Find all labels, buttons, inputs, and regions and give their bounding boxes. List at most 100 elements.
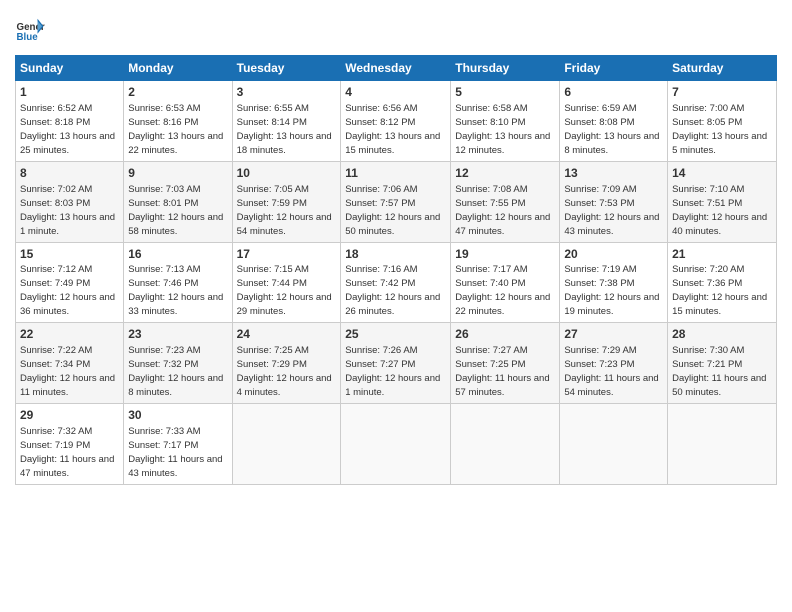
- calendar-header-row: SundayMondayTuesdayWednesdayThursdayFrid…: [16, 56, 777, 81]
- calendar-day-4: 4Sunrise: 6:56 AMSunset: 8:12 PMDaylight…: [341, 81, 451, 162]
- calendar-day-7: 7 Sunrise: 7:00 AM Sunset: 8:05 PM Daylight…: [668, 81, 777, 162]
- calendar-table: SundayMondayTuesdayWednesdayThursdayFrid…: [15, 55, 777, 485]
- day-number: 23: [128, 326, 227, 343]
- day-sunset: Sunset: 7:27 PM: [345, 359, 415, 370]
- calendar-week-3: 22Sunrise: 7:22 AMSunset: 7:34 PMDayligh…: [16, 323, 777, 404]
- logo-icon: General Blue: [15, 15, 45, 45]
- calendar-day-5: 5Sunrise: 6:58 AMSunset: 8:10 PMDaylight…: [451, 81, 560, 162]
- day-sunrise: Sunrise: 7:19 AM: [564, 264, 636, 275]
- calendar-day-12: 12Sunrise: 7:08 AMSunset: 7:55 PMDayligh…: [451, 161, 560, 242]
- calendar-day-27: 27Sunrise: 7:29 AMSunset: 7:23 PMDayligh…: [560, 323, 668, 404]
- day-sunset: Sunset: 7:59 PM: [237, 198, 307, 209]
- svg-text:Blue: Blue: [17, 32, 39, 43]
- day-header-tuesday: Tuesday: [232, 56, 341, 81]
- day-daylight: Daylight: 11 hours and 43 minutes.: [128, 454, 222, 479]
- day-sunrise: Sunrise: 7:05 AM: [237, 184, 309, 195]
- day-sunrise: Sunrise: 7:16 AM: [345, 264, 417, 275]
- calendar-day-13: 13Sunrise: 7:09 AMSunset: 7:53 PMDayligh…: [560, 161, 668, 242]
- page-header: General Blue: [15, 15, 777, 45]
- day-sunset: Sunset: 8:05 PM: [672, 117, 742, 128]
- page-container: General Blue SundayMondayTuesdayWednesda…: [0, 0, 792, 495]
- day-sunset: Sunset: 7:46 PM: [128, 278, 198, 289]
- day-sunset: Sunset: 7:19 PM: [20, 440, 90, 451]
- day-header-monday: Monday: [124, 56, 232, 81]
- day-daylight: Daylight: 12 hours and 19 minutes.: [564, 292, 659, 317]
- day-sunset: Sunset: 8:01 PM: [128, 198, 198, 209]
- calendar-week-4: 29Sunrise: 7:32 AMSunset: 7:19 PMDayligh…: [16, 404, 777, 485]
- day-number: 11: [345, 165, 446, 182]
- day-number: 16: [128, 246, 227, 263]
- day-sunrise: Sunrise: 7:15 AM: [237, 264, 309, 275]
- day-sunset: Sunset: 7:57 PM: [345, 198, 415, 209]
- day-sunrise: Sunrise: 7:06 AM: [345, 184, 417, 195]
- day-sunrise: Sunrise: 7:33 AM: [128, 426, 200, 437]
- day-header-sunday: Sunday: [16, 56, 124, 81]
- day-daylight: Daylight: 12 hours and 54 minutes.: [237, 212, 332, 237]
- calendar-day-23: 23Sunrise: 7:23 AMSunset: 7:32 PMDayligh…: [124, 323, 232, 404]
- calendar-day-22: 22Sunrise: 7:22 AMSunset: 7:34 PMDayligh…: [16, 323, 124, 404]
- calendar-week-2: 15Sunrise: 7:12 AMSunset: 7:49 PMDayligh…: [16, 242, 777, 323]
- calendar-day-19: 19Sunrise: 7:17 AMSunset: 7:40 PMDayligh…: [451, 242, 560, 323]
- day-sunset: Sunset: 7:32 PM: [128, 359, 198, 370]
- day-daylight: Daylight: 12 hours and 43 minutes.: [564, 212, 659, 237]
- day-sunset: Sunset: 7:42 PM: [345, 278, 415, 289]
- day-number: 10: [237, 165, 337, 182]
- day-daylight: Daylight: 12 hours and 33 minutes.: [128, 292, 223, 317]
- day-sunrise: Sunrise: 6:59 AM: [564, 103, 636, 114]
- calendar-day-16: 16Sunrise: 7:13 AMSunset: 7:46 PMDayligh…: [124, 242, 232, 323]
- calendar-day-3: 3Sunrise: 6:55 AMSunset: 8:14 PMDaylight…: [232, 81, 341, 162]
- day-sunrise: Sunrise: 7:27 AM: [455, 345, 527, 356]
- day-sunrise: Sunrise: 6:53 AM: [128, 103, 200, 114]
- day-number: 1: [20, 84, 119, 101]
- day-daylight: Daylight: 12 hours and 22 minutes.: [455, 292, 550, 317]
- calendar-day-empty: [668, 404, 777, 485]
- day-daylight: Daylight: 12 hours and 26 minutes.: [345, 292, 440, 317]
- day-number: 7: [672, 84, 772, 101]
- day-sunset: Sunset: 8:12 PM: [345, 117, 415, 128]
- day-sunset: Sunset: 7:51 PM: [672, 198, 742, 209]
- logo: General Blue: [15, 15, 45, 45]
- day-sunset: Sunset: 7:40 PM: [455, 278, 525, 289]
- calendar-day-1: 1Sunrise: 6:52 AMSunset: 8:18 PMDaylight…: [16, 81, 124, 162]
- day-sunrise: Sunrise: 6:58 AM: [455, 103, 527, 114]
- day-daylight: Daylight: 13 hours and 25 minutes.: [20, 131, 115, 156]
- day-number: 29: [20, 407, 119, 424]
- day-number: 8: [20, 165, 119, 182]
- day-number: 22: [20, 326, 119, 343]
- day-sunset: Sunset: 7:23 PM: [564, 359, 634, 370]
- day-sunrise: Sunrise: 7:10 AM: [672, 184, 744, 195]
- day-number: 25: [345, 326, 446, 343]
- day-sunrise: Sunrise: 7:30 AM: [672, 345, 744, 356]
- calendar-day-9: 9Sunrise: 7:03 AMSunset: 8:01 PMDaylight…: [124, 161, 232, 242]
- day-header-friday: Friday: [560, 56, 668, 81]
- day-number: 28: [672, 326, 772, 343]
- day-sunset: Sunset: 7:55 PM: [455, 198, 525, 209]
- day-daylight: Daylight: 13 hours and 5 minutes.: [672, 131, 767, 156]
- day-sunrise: Sunrise: 6:55 AM: [237, 103, 309, 114]
- day-daylight: Daylight: 12 hours and 1 minute.: [345, 373, 440, 398]
- calendar-day-14: 14Sunrise: 7:10 AMSunset: 7:51 PMDayligh…: [668, 161, 777, 242]
- day-sunset: Sunset: 7:36 PM: [672, 278, 742, 289]
- day-number: 17: [237, 246, 337, 263]
- day-sunset: Sunset: 8:16 PM: [128, 117, 198, 128]
- day-number: 27: [564, 326, 663, 343]
- calendar-day-30: 30Sunrise: 7:33 AMSunset: 7:17 PMDayligh…: [124, 404, 232, 485]
- day-number: 5: [455, 84, 555, 101]
- calendar-day-empty: [451, 404, 560, 485]
- calendar-day-10: 10 Sunrise: 7:05 AM Sunset: 7:59 PM Dayligh…: [232, 161, 341, 242]
- day-number: 18: [345, 246, 446, 263]
- day-sunset: Sunset: 7:53 PM: [564, 198, 634, 209]
- day-sunrise: Sunrise: 7:00 AM: [672, 103, 744, 114]
- day-sunset: Sunset: 8:18 PM: [20, 117, 90, 128]
- calendar-week-0: 1Sunrise: 6:52 AMSunset: 8:18 PMDaylight…: [16, 81, 777, 162]
- calendar-day-28: 28Sunrise: 7:30 AMSunset: 7:21 PMDayligh…: [668, 323, 777, 404]
- calendar-day-29: 29Sunrise: 7:32 AMSunset: 7:19 PMDayligh…: [16, 404, 124, 485]
- day-number: 24: [237, 326, 337, 343]
- day-number: 20: [564, 246, 663, 263]
- day-sunrise: Sunrise: 7:03 AM: [128, 184, 200, 195]
- day-sunrise: Sunrise: 7:26 AM: [345, 345, 417, 356]
- calendar-day-6: 6Sunrise: 6:59 AMSunset: 8:08 PMDaylight…: [560, 81, 668, 162]
- day-number: 2: [128, 84, 227, 101]
- day-daylight: Daylight: 12 hours and 47 minutes.: [455, 212, 550, 237]
- day-daylight: Daylight: 11 hours and 54 minutes.: [564, 373, 658, 398]
